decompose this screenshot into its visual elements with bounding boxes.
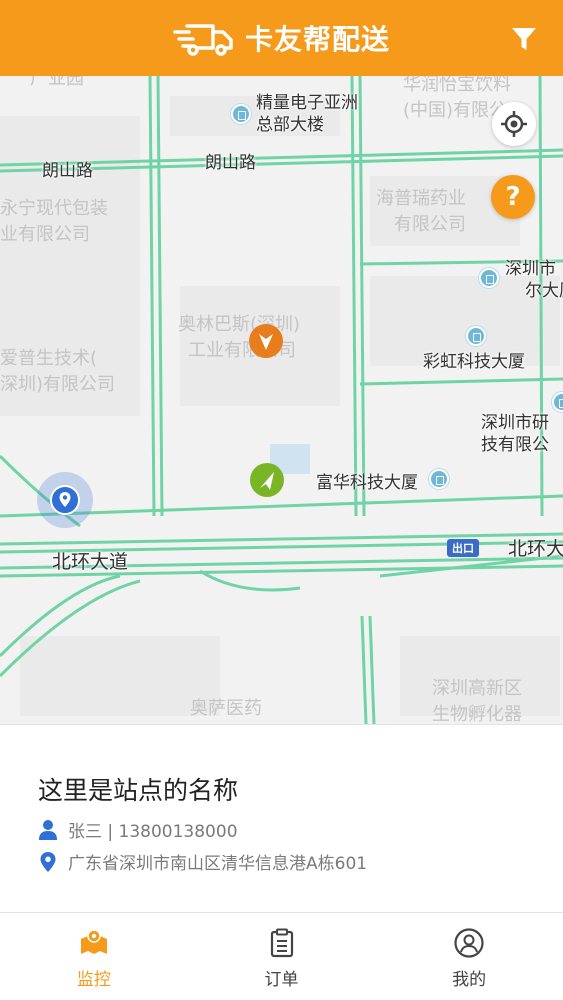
station-contact-row: 张三 | 13800138000 xyxy=(38,817,238,842)
poi-label: 爱普生技术(深圳)有限公司 xyxy=(0,348,116,395)
tab-label: 监控 xyxy=(76,970,111,990)
map-view[interactable]: 朗山路 朗山路 北环大道 北环大 广业园 华润怡宝饮料 (中国)有限公 海普瑞药业… xyxy=(0,76,563,724)
help-button[interactable]: ? xyxy=(491,175,535,219)
tab-label: 订单 xyxy=(264,970,299,990)
road-label: 朗山路 xyxy=(205,153,256,173)
poi-label: 奥萨医药 xyxy=(190,698,262,719)
building-icon xyxy=(231,104,251,124)
exit-badge: 出口 xyxy=(447,539,479,557)
poi-label: 深圳市尔大厦 xyxy=(505,259,563,301)
app-title: 卡友帮配送 xyxy=(244,23,390,56)
road-label: 北环大道 xyxy=(52,551,129,573)
poi-label: 深圳高新区 生物孵化器 xyxy=(432,678,522,724)
station-name: 这里是站点的名称 xyxy=(38,776,239,805)
station-info-card: 这里是站点的名称 张三 | 13800138000 广东省深圳市南山区清华信息港… xyxy=(0,724,563,912)
poi-label: 永宁现代包装 业有限公司 xyxy=(0,198,108,245)
person-icon xyxy=(39,819,57,840)
navigation-arrow-icon xyxy=(259,334,273,350)
building-icon xyxy=(466,326,486,346)
location-pin-icon xyxy=(59,492,71,507)
building-icon xyxy=(479,268,499,288)
tab-orders[interactable]: 订单 xyxy=(188,913,376,1000)
station-address-row: 广东省深圳市南山区清华信息港A栋601 xyxy=(38,849,367,874)
app-header: 卡友帮配送 xyxy=(0,0,563,76)
tab-monitor[interactable]: 监控 xyxy=(0,913,188,1000)
location-pin-icon xyxy=(40,851,56,872)
tab-profile[interactable]: 我的 xyxy=(375,913,563,1000)
truck-icon xyxy=(173,24,233,56)
vehicle-marker-green[interactable] xyxy=(250,463,284,497)
vehicle-marker-orange[interactable] xyxy=(249,324,283,358)
station-address: 广东省深圳市南山区清华信息港A栋601 xyxy=(68,854,368,874)
bottom-tab-bar: 监控 订单 我的 xyxy=(0,912,563,1000)
app-logo: 卡友帮配送 xyxy=(173,18,390,58)
map-monitor-icon xyxy=(80,929,107,954)
locate-button[interactable] xyxy=(492,102,536,146)
road-label: 北环大 xyxy=(508,538,563,560)
road-label: 朗山路 xyxy=(42,161,93,181)
user-icon xyxy=(454,928,484,958)
poi-label: 精量电子亚洲 总部大楼 xyxy=(256,93,358,135)
poi-label: 广业园 xyxy=(30,76,84,89)
station-contact: 张三 | 13800138000 xyxy=(68,822,238,842)
clipboard-icon xyxy=(270,928,293,958)
poi-label: 彩虹科技大厦 xyxy=(423,352,525,372)
my-location-marker[interactable] xyxy=(50,485,80,515)
crosshair-icon xyxy=(501,111,527,137)
poi-label: 海普瑞药业 有限公司 xyxy=(376,188,466,235)
tab-label: 我的 xyxy=(452,970,487,990)
navigation-arrow-icon xyxy=(260,472,274,490)
building-icon xyxy=(429,469,449,489)
filter-button[interactable] xyxy=(509,24,539,54)
poi-label: 富华科技大厦 xyxy=(316,473,418,493)
filter-icon xyxy=(512,28,536,50)
poi-label: 深圳市研 技有限公 xyxy=(481,413,549,455)
